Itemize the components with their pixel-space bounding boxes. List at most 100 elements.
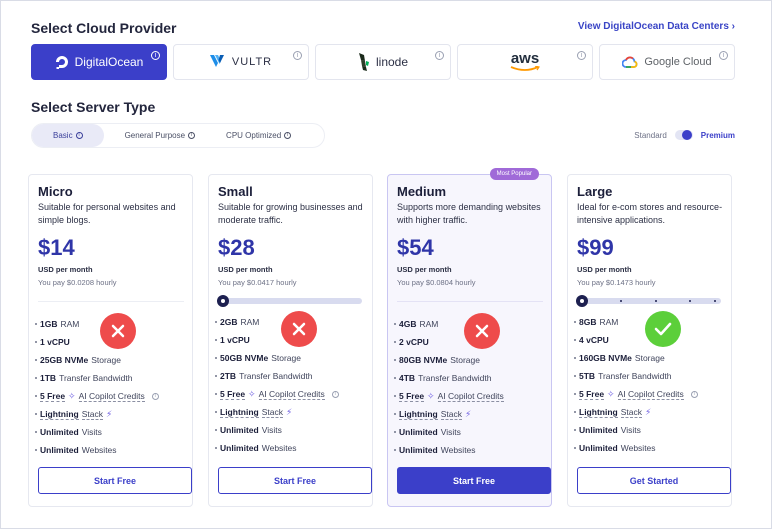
feature-websites: Unlimited Websites: [35, 441, 159, 459]
hourly-rate: You pay $0.1473 hourly: [577, 278, 656, 287]
cross-mark-icon: [100, 313, 136, 349]
feature-visits: Unlimited Visits: [394, 423, 504, 441]
plan-card-micro: Micro Suitable for personal websites and…: [28, 174, 193, 507]
price-period: USD per month: [38, 265, 93, 274]
provider-google-cloud[interactable]: Google Cloud i: [599, 44, 735, 80]
divider: [397, 301, 543, 302]
price-period: USD per month: [397, 265, 452, 274]
plan-description: Supports more demanding websites with hi…: [397, 202, 541, 225]
feature-copilot: 5 Free ✧ AI Copilot Credits: [394, 387, 504, 405]
hourly-rate: You pay $0.0208 hourly: [38, 278, 117, 287]
feature-bandwidth: 1TB Transfer Bandwidth: [35, 369, 159, 387]
cross-mark-icon: [281, 311, 317, 347]
provider-list: DigitalOcean i VULTR i linode i aws i Go…: [31, 44, 735, 80]
slider-thumb[interactable]: [576, 295, 588, 307]
slider-step-dot: [620, 300, 622, 302]
feature-visits: Unlimited Visits: [35, 423, 159, 441]
start-free-button[interactable]: Start Free: [218, 467, 372, 494]
sparkle-icon: ✧: [68, 390, 76, 401]
provider-digitalocean[interactable]: DigitalOcean i: [31, 44, 167, 80]
feature-lightning: Lightning Stack ⚡: [35, 405, 159, 423]
price-period: USD per month: [218, 265, 273, 274]
vultr-icon: [209, 55, 224, 67]
feature-visits: Unlimited Visits: [574, 421, 698, 439]
plan-description: Ideal for e-com stores and resource-inte…: [577, 202, 723, 225]
provider-vultr[interactable]: VULTR i: [173, 44, 309, 80]
plan-name: Large: [577, 184, 613, 199]
info-icon[interactable]: i: [151, 51, 160, 60]
feature-copilot: 5 Free ✧ AI Copilot Credits i: [574, 385, 698, 403]
lightning-icon: ⚡: [464, 408, 472, 419]
feature-bandwidth: 5TB Transfer Bandwidth: [574, 367, 698, 385]
start-free-button[interactable]: Start Free: [38, 467, 192, 494]
linode-icon: [358, 53, 369, 71]
plan-card-small: Small Suitable for growing businesses an…: [208, 174, 373, 507]
info-icon[interactable]: i: [577, 51, 586, 60]
info-icon[interactable]: i: [331, 390, 339, 398]
feature-storage: 25GB NVMe Storage: [35, 351, 159, 369]
info-icon[interactable]: i: [293, 51, 302, 60]
feature-cpu: 1 vCPU: [35, 333, 159, 351]
feature-ram: 2GB RAM: [215, 313, 339, 331]
slider-thumb[interactable]: [217, 295, 229, 307]
tab-general-purpose[interactable]: General Purpose i: [104, 124, 216, 147]
feature-list: 2GB RAM 1 vCPU 50GB NVMe Storage 2TB Transf…: [215, 313, 339, 457]
standard-premium-toggle: Standard Premium: [634, 130, 735, 140]
divider: [38, 301, 184, 302]
start-free-button[interactable]: Start Free: [397, 467, 551, 494]
plan-name: Micro: [38, 184, 73, 199]
aws-logo: aws: [510, 51, 540, 72]
info-icon: i: [284, 132, 292, 139]
feature-storage: 50GB NVMe Storage: [215, 349, 339, 367]
tab-basic[interactable]: Basic i: [32, 124, 104, 147]
linode-logo: linode: [358, 53, 408, 71]
most-popular-badge: Most Popular: [489, 168, 539, 180]
tab-cpu-optimized[interactable]: CPU Optimized i: [216, 124, 301, 147]
view-data-centers-link[interactable]: View DigitalOcean Data Centers ›: [578, 21, 735, 32]
plan-name: Medium: [397, 184, 447, 199]
sparkle-icon: ✧: [248, 388, 256, 399]
feature-storage: 80GB NVMe Storage: [394, 351, 504, 369]
plan-size-slider[interactable]: [576, 295, 721, 307]
feature-lightning: Lightning Stack ⚡: [574, 403, 698, 421]
toggle-label-premium[interactable]: Premium: [701, 131, 735, 140]
digitalocean-icon: [55, 56, 68, 69]
provider-aws[interactable]: aws i: [457, 44, 593, 80]
get-started-button[interactable]: Get Started: [577, 467, 731, 494]
plan-description: Suitable for growing businesses and mode…: [218, 202, 363, 225]
feature-copilot: 5 Free ✧ AI Copilot Credits i: [35, 387, 159, 405]
plan-price: $54: [397, 235, 434, 260]
plan-card-large: Large Ideal for e-com stores and resourc…: [567, 174, 732, 507]
slider-step-dot: [655, 300, 657, 302]
feature-storage: 160GB NVMe Storage: [574, 349, 698, 367]
info-icon[interactable]: i: [435, 51, 444, 60]
switch-knob: [681, 130, 692, 140]
google-cloud-icon: [622, 56, 638, 68]
toggle-label-standard[interactable]: Standard: [634, 131, 666, 140]
info-icon[interactable]: i: [719, 51, 728, 60]
plan-card-medium: Most Popular Medium Supports more demand…: [387, 168, 552, 507]
aws-smile-icon: [510, 66, 540, 71]
feature-copilot: 5 Free ✧ AI Copilot Credits i: [215, 385, 339, 403]
slider-step-dot: [689, 300, 691, 302]
lightning-icon: ⚡: [644, 406, 652, 417]
provider-linode[interactable]: linode i: [315, 44, 451, 80]
feature-list: 1GB RAM 1 vCPU 25GB NVMe Storage 1TB Transf…: [35, 315, 159, 459]
plan-size-slider[interactable]: [217, 295, 362, 307]
plan-name: Small: [218, 184, 253, 199]
plan-tier-switch[interactable]: [674, 130, 693, 140]
google-cloud-logo: Google Cloud: [622, 56, 712, 68]
feature-bandwidth: 2TB Transfer Bandwidth: [215, 367, 339, 385]
feature-lightning: Lightning Stack ⚡: [215, 403, 339, 421]
lightning-icon: ⚡: [285, 406, 293, 417]
checkmark-icon: [645, 311, 681, 347]
feature-websites: Unlimited Websites: [215, 439, 339, 457]
slider-step-dot: [714, 300, 716, 302]
info-icon: i: [188, 132, 196, 139]
info-icon[interactable]: i: [690, 390, 698, 398]
hourly-rate: You pay $0.0417 hourly: [218, 278, 297, 287]
lightning-icon: ⚡: [105, 408, 113, 419]
feature-bandwidth: 4TB Transfer Bandwidth: [394, 369, 504, 387]
server-type-heading: Select Server Type: [31, 99, 156, 115]
info-icon[interactable]: i: [151, 392, 159, 400]
